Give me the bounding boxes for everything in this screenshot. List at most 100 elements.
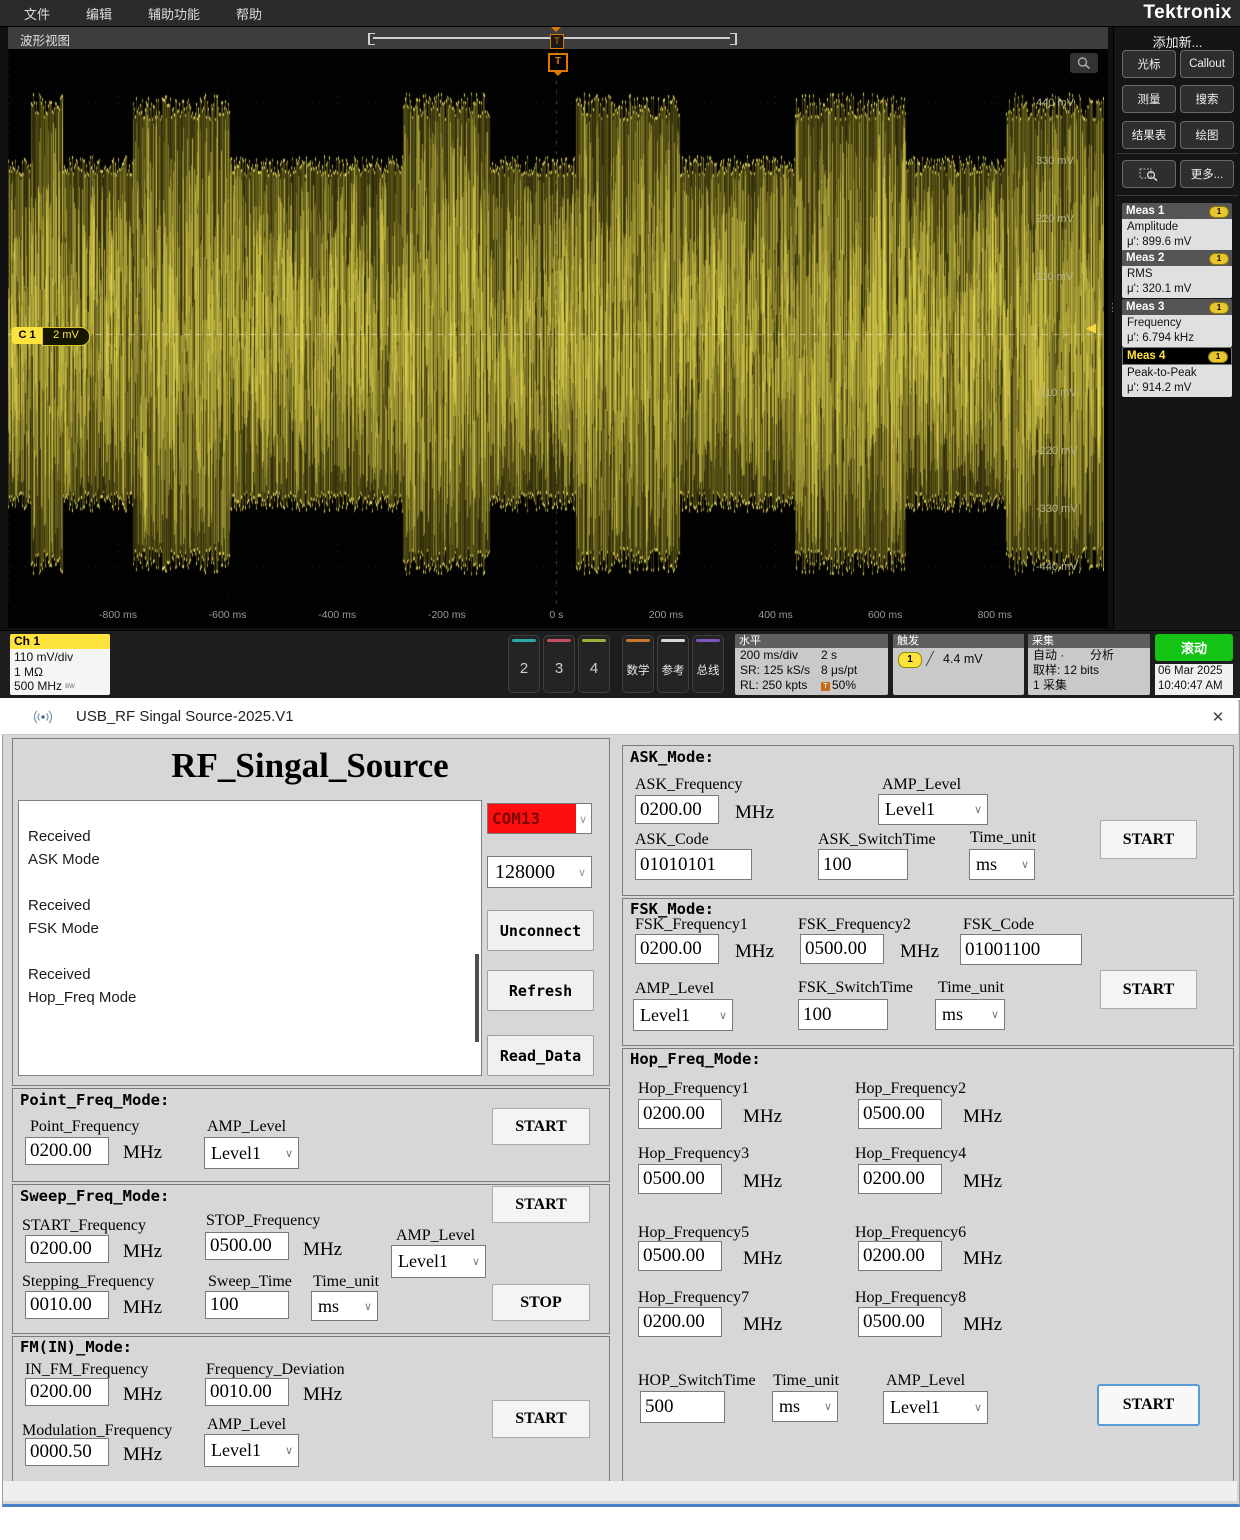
- fsk-start-button[interactable]: START: [1100, 970, 1197, 1009]
- in-fm-frequency-input[interactable]: [25, 1378, 109, 1406]
- ask-start-button[interactable]: START: [1100, 820, 1197, 859]
- ask-time-unit-select[interactable]: ms∨: [969, 849, 1035, 880]
- hop-frequency2-input[interactable]: [858, 1099, 942, 1129]
- menu-item-help[interactable]: 帮助: [236, 4, 262, 23]
- chevron-down-icon: ∨: [364, 1300, 372, 1313]
- hop-frequency5-input[interactable]: [638, 1241, 722, 1271]
- stepping-frequency-input[interactable]: [25, 1291, 109, 1319]
- ground-level-arrow-icon[interactable]: ◀: [1086, 320, 1096, 336]
- fsk-amp-level-select[interactable]: Level1∨: [633, 999, 733, 1031]
- sweep-stop-button[interactable]: STOP: [492, 1284, 590, 1321]
- baud-rate-select[interactable]: 128000 ∨: [487, 856, 592, 888]
- sweep-time-unit-select[interactable]: ms∨: [311, 1291, 378, 1321]
- voltage-axis-label: -440 mV: [1036, 561, 1078, 573]
- channel3-button[interactable]: 3: [543, 635, 575, 693]
- meas4-card[interactable]: Meas 41 Peak-to-Peakμ': 914.2 mV: [1122, 347, 1232, 397]
- acquisition-settings-card[interactable]: 采集 自动 ·分析 取样: 12 bits 1 采集: [1028, 634, 1150, 695]
- plot-button[interactable]: 绘图: [1180, 121, 1234, 149]
- fsk-frequency1-input[interactable]: [635, 934, 719, 964]
- fm-start-button[interactable]: START: [492, 1400, 590, 1438]
- point-frequency-input[interactable]: [25, 1137, 109, 1165]
- sweep-time-input[interactable]: [205, 1291, 289, 1319]
- sweep-start-button[interactable]: START: [492, 1186, 590, 1223]
- search-button[interactable]: 搜索: [1180, 85, 1234, 113]
- fsk-switchtime-input[interactable]: [798, 999, 888, 1030]
- ask-switchtime-input[interactable]: [818, 849, 908, 880]
- menu-item-file[interactable]: 文件: [24, 4, 50, 23]
- hop-time-unit-select[interactable]: ms∨: [772, 1391, 838, 1422]
- time-axis-label: 400 ms: [748, 609, 804, 621]
- close-button[interactable]: ✕: [1204, 705, 1232, 729]
- trigger-position-arrow[interactable]: [551, 27, 561, 32]
- horizontal-settings-card[interactable]: 水平 200 ms/div2 s SR: 125 kS/s8 μs/pt RL:…: [735, 634, 888, 695]
- hop-frequency6-input[interactable]: [858, 1241, 942, 1271]
- hop-frequency1-input[interactable]: [638, 1099, 722, 1129]
- menu-item-utility[interactable]: 辅助功能: [148, 4, 200, 23]
- waveform-plot: T C 1 2 mV ◀ 440 mV330 mV220 mV110 mV-11…: [8, 49, 1108, 628]
- reference-button[interactable]: 参考: [657, 635, 689, 693]
- voltage-axis-label: 110 mV: [1036, 271, 1073, 283]
- meas1-card[interactable]: Meas 11 Amplitudeμ': 899.6 mV: [1122, 203, 1232, 251]
- channel1-badge[interactable]: C 1: [12, 327, 42, 344]
- hop-switchtime-input[interactable]: [640, 1391, 725, 1423]
- com-port-select[interactable]: COM13 ∨: [487, 803, 592, 834]
- sweep-amp-level-select[interactable]: Level1∨: [391, 1245, 486, 1278]
- pan-bracket-left[interactable]: [368, 33, 375, 45]
- menu-item-edit[interactable]: 编辑: [86, 4, 112, 23]
- modulation-frequency-input[interactable]: [25, 1438, 109, 1466]
- read-data-button[interactable]: Read_Data: [487, 1035, 594, 1076]
- ask-code-input[interactable]: [635, 849, 752, 880]
- point-amp-level-select[interactable]: Level1∨: [204, 1137, 299, 1169]
- start-frequency-input[interactable]: [25, 1235, 109, 1263]
- trigger-settings-card[interactable]: 触发 1 ╱ 4.4 mV: [893, 634, 1024, 695]
- more-button[interactable]: 更多...: [1180, 160, 1234, 188]
- bandwidth-icon: ᴮᵂ: [65, 682, 74, 692]
- roll-mode-button[interactable]: 滚动: [1155, 634, 1233, 661]
- fsk-time-unit-select[interactable]: ms∨: [935, 999, 1005, 1030]
- channel1-settings-card[interactable]: Ch 1 110 mV/div 1 MΩ 500 MHz ᴮᵂ: [10, 634, 110, 695]
- hop-time-unit-label: Time_unit: [773, 1372, 839, 1390]
- hop-start-button[interactable]: START: [1097, 1384, 1200, 1426]
- hop-frequency7-input[interactable]: [638, 1307, 722, 1337]
- time-axis-label: 0 s: [528, 609, 584, 621]
- hop-amp-level-select[interactable]: Level1∨: [883, 1391, 988, 1424]
- stop-frequency-input[interactable]: [205, 1232, 289, 1260]
- results-table-button[interactable]: 结果表: [1122, 121, 1176, 149]
- time-axis-label: 200 ms: [638, 609, 694, 621]
- meas2-card[interactable]: Meas 21 RMSμ': 320.1 mV: [1122, 250, 1232, 298]
- fm-amp-level-select[interactable]: Level1∨: [204, 1434, 299, 1467]
- refresh-button[interactable]: Refresh: [487, 970, 594, 1011]
- source-badge: 1: [1209, 206, 1229, 218]
- ask-frequency-input[interactable]: [635, 795, 719, 824]
- message-log-textarea[interactable]: Received ASK Mode Received FSK Mode Rece…: [18, 800, 482, 1076]
- panel-drag-handle-icon[interactable]: ⋮: [1107, 305, 1118, 311]
- fsk-frequency2-input[interactable]: [800, 934, 884, 964]
- chevron-down-icon: ∨: [824, 1400, 832, 1413]
- log-scrollbar-thumb[interactable]: [475, 954, 479, 1042]
- bus-button[interactable]: 总线: [692, 635, 724, 693]
- unconnect-button[interactable]: Unconnect: [487, 910, 594, 951]
- channel2-button[interactable]: 2: [508, 635, 540, 693]
- com-port-value: COM13: [488, 804, 576, 833]
- cursor-button[interactable]: 光标: [1122, 50, 1176, 78]
- meas3-card[interactable]: Meas 31 Frequencyμ': 6.794 kHz: [1122, 299, 1232, 347]
- mhz-unit: MHz: [303, 1384, 342, 1406]
- callout-button[interactable]: Callout: [1180, 50, 1234, 78]
- trigger-position-marker[interactable]: T: [550, 34, 564, 49]
- fsk-code-input[interactable]: [960, 934, 1082, 965]
- waveform-view-tab: 波形视图 T: [8, 27, 1108, 49]
- point-start-button[interactable]: START: [492, 1108, 590, 1145]
- zoom-mode-button[interactable]: [1122, 160, 1176, 188]
- math-button[interactable]: 数学: [622, 635, 654, 693]
- hop-frequency4-input[interactable]: [858, 1164, 942, 1194]
- measure-button[interactable]: 测量: [1122, 85, 1176, 113]
- hop-frequency8-input[interactable]: [858, 1307, 942, 1337]
- channel4-button[interactable]: 4: [578, 635, 610, 693]
- ask-amp-level-select[interactable]: Level1∨: [878, 794, 988, 825]
- chevron-down-icon: ∨: [1021, 858, 1029, 871]
- hop-frequency3-input[interactable]: [638, 1164, 722, 1194]
- chevron-down-icon: ∨: [285, 1147, 293, 1160]
- frequency-deviation-input[interactable]: [205, 1378, 289, 1406]
- zoom-tool-chip[interactable]: [1070, 53, 1098, 73]
- pan-bracket-right[interactable]: [730, 33, 737, 45]
